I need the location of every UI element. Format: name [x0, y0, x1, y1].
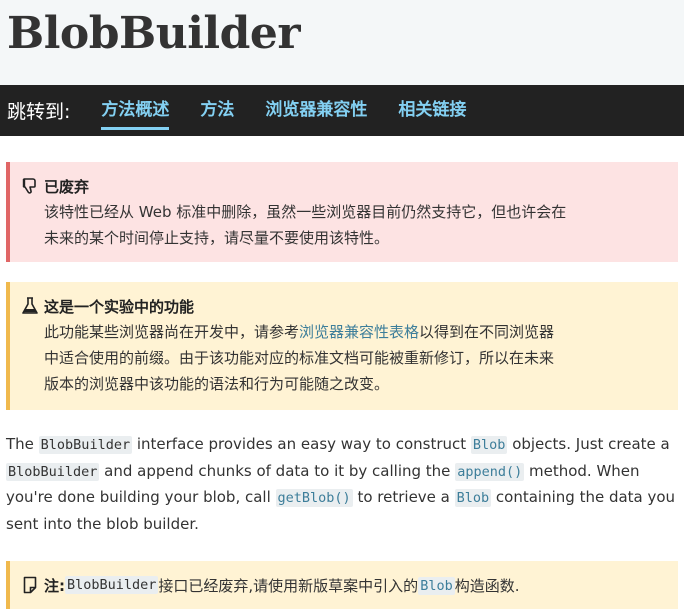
jump-link-related[interactable]: 相关链接 — [398, 85, 466, 136]
jump-label: 跳转到: — [7, 101, 71, 123]
intro-text: and append chunks of data to it by calli… — [99, 461, 456, 480]
flask-icon — [20, 296, 40, 316]
intro-paragraph: The BlobBuilder interface provides an ea… — [6, 432, 676, 537]
blob-link-2[interactable]: Blob — [454, 488, 492, 507]
blob-constructor-link[interactable]: Blob — [418, 576, 455, 595]
deprecated-line-2: 未来的某个时间停止支持，请尽量不要使用该特性。 — [44, 229, 390, 247]
deprecated-notice: 已废弃 该特性已经从 Web 标准中删除，虽然一些浏览器目前仍然支持它，但也许会… — [6, 162, 678, 262]
intro-text: to retrieve a — [352, 488, 455, 506]
jump-link-browser-compat[interactable]: 浏览器兼容性 — [265, 85, 367, 136]
experimental-line-3: 版本的浏览器中该功能的语法和行为可能随之改变。 — [44, 375, 390, 393]
deprecated-heading: 已废弃 — [44, 177, 90, 196]
note-text: 接口已经废弃,请使用新版草案中引入的 — [158, 576, 419, 595]
browser-compat-table-link[interactable]: 浏览器兼容性表格 — [299, 323, 419, 341]
note-text-2: 构造函数. — [454, 576, 520, 595]
code-blobbuilder: BlobBuilder — [6, 462, 100, 481]
intro-text: interface provides an easy way to constr… — [132, 435, 471, 453]
jump-link-methods[interactable]: 方法 — [200, 85, 234, 136]
blob-link[interactable]: Blob — [470, 435, 508, 454]
note-box: 注: BlobBuilder 接口已经废弃,请使用新版草案中引入的 Blob 构造函数… — [6, 561, 678, 609]
note-icon — [20, 575, 40, 595]
code-blob[interactable]: Blob — [454, 489, 492, 507]
title-bar: BlobBuilder — [0, 0, 684, 85]
thumbs-down-icon — [20, 176, 40, 196]
code-blob[interactable]: Blob — [418, 577, 455, 595]
intro-text: objects. Just create a — [507, 435, 670, 453]
jump-bar: 跳转到: 方法概述 方法 浏览器兼容性 相关链接 — [0, 85, 684, 136]
jump-link-method-overview[interactable]: 方法概述 — [101, 85, 170, 136]
code-blobbuilder: BlobBuilder — [38, 436, 133, 454]
page-title: BlobBuilder — [7, 8, 301, 59]
intro-text: The — [6, 435, 39, 453]
code-blobbuilder: BlobBuilder — [65, 576, 159, 594]
experimental-text: 此功能某些浏览器尚在开发中，请参考 — [44, 323, 300, 341]
deprecated-line-1: 该特性已经从 Web 标准中删除，虽然一些浏览器目前仍然支持它，但也许会在 — [44, 203, 567, 221]
note-label: 注: — [44, 576, 65, 595]
experimental-text: 以得到在不同浏览器 — [419, 323, 555, 341]
append-method-link[interactable]: append() — [455, 462, 525, 481]
experimental-line-2: 中适合使用的前缀。由于该功能对应的标准文档可能被重新修订，所以在未来 — [44, 349, 555, 367]
getblob-method-link[interactable]: getBlob() — [275, 488, 353, 507]
experimental-line-1: 此功能某些浏览器尚在开发中，请参考浏览器兼容性表格以得到在不同浏览器 — [44, 319, 664, 345]
experimental-notice: 这是一个实验中的功能 此功能某些浏览器尚在开发中，请参考浏览器兼容性表格以得到在… — [6, 282, 678, 410]
code-getblob[interactable]: getBlob() — [275, 489, 353, 507]
code-blob[interactable]: Blob — [470, 436, 508, 454]
experimental-heading: 这是一个实验中的功能 — [44, 297, 195, 316]
code-append[interactable]: append() — [455, 462, 525, 481]
